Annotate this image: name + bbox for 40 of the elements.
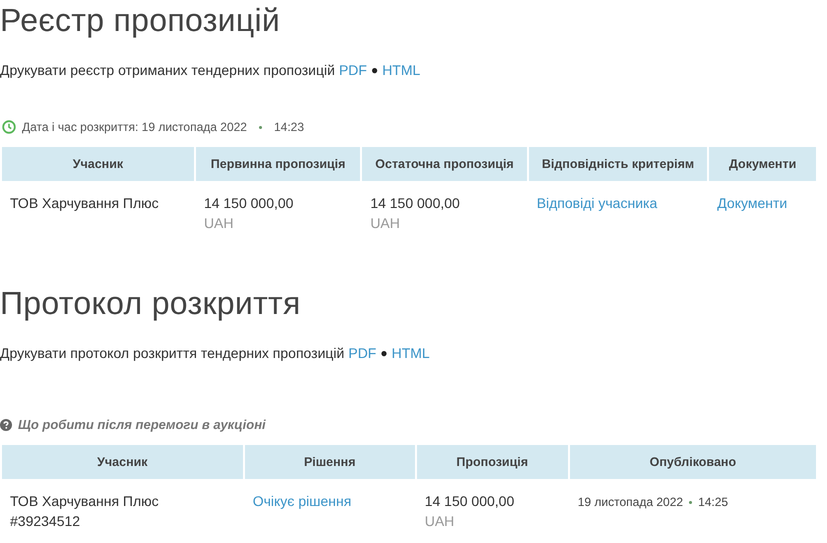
separator: ● [380, 345, 388, 362]
table-link[interactable]: Документи [717, 195, 788, 211]
amount: 14 150 000,00 [424, 492, 516, 511]
participant-name: ТОВ Харчування Плюс [10, 492, 160, 511]
clock-icon [2, 120, 16, 134]
print-link[interactable]: PDF [338, 60, 367, 80]
table-link[interactable]: Відповіді учасника [536, 195, 658, 211]
dot-icon [689, 500, 692, 504]
print-label: Друкувати реєстр отриманих тендерних пропозицій [0, 61, 335, 80]
help-icon [0, 419, 12, 431]
print-link[interactable]: HTML [392, 343, 430, 363]
column-header: Рішення [244, 445, 415, 479]
amount: 14 150 000,00 [204, 194, 294, 213]
section-title: Реєстр пропозицій [0, 1, 282, 40]
amount: 14 150 000,00 [370, 194, 461, 213]
column-header: Учасник [2, 445, 243, 479]
separator: ● [370, 62, 378, 79]
column-header: Остаточна пропозиція [362, 147, 527, 181]
column-header: Пропозиція [416, 445, 568, 479]
dot-icon [258, 126, 262, 128]
section-title: Протокол розкриття [0, 284, 302, 323]
print-label: Друкувати протокол розкриття тендерних пропозицій [0, 344, 344, 363]
currency: UAH [204, 214, 234, 233]
print-link[interactable]: HTML [382, 60, 420, 80]
opening-date: Дата і час розкриття: 19 листопада 2022 [22, 119, 247, 136]
opening-time: 14:23 [274, 119, 304, 136]
column-header: Первинна пропозиція [196, 147, 360, 181]
published-date: 19 листопада 2022 [578, 494, 684, 511]
print-link[interactable]: PDF [348, 343, 376, 363]
participant-name: ТОВ Харчування Плюс [10, 195, 159, 211]
column-header: Учасник [2, 147, 194, 181]
published-time: 14:25 [698, 494, 728, 511]
participant-code: #39234512 [10, 512, 82, 531]
currency: UAH [370, 214, 401, 233]
table-link[interactable]: Очікує рішення [252, 493, 352, 509]
column-header: Відповідність критеріям [528, 147, 708, 181]
currency: UAH [424, 512, 456, 531]
help-link[interactable]: Що робити після перемоги в аукціоні [18, 415, 266, 435]
column-header: Опубліковано [570, 445, 816, 479]
column-header: Документи [709, 147, 816, 181]
